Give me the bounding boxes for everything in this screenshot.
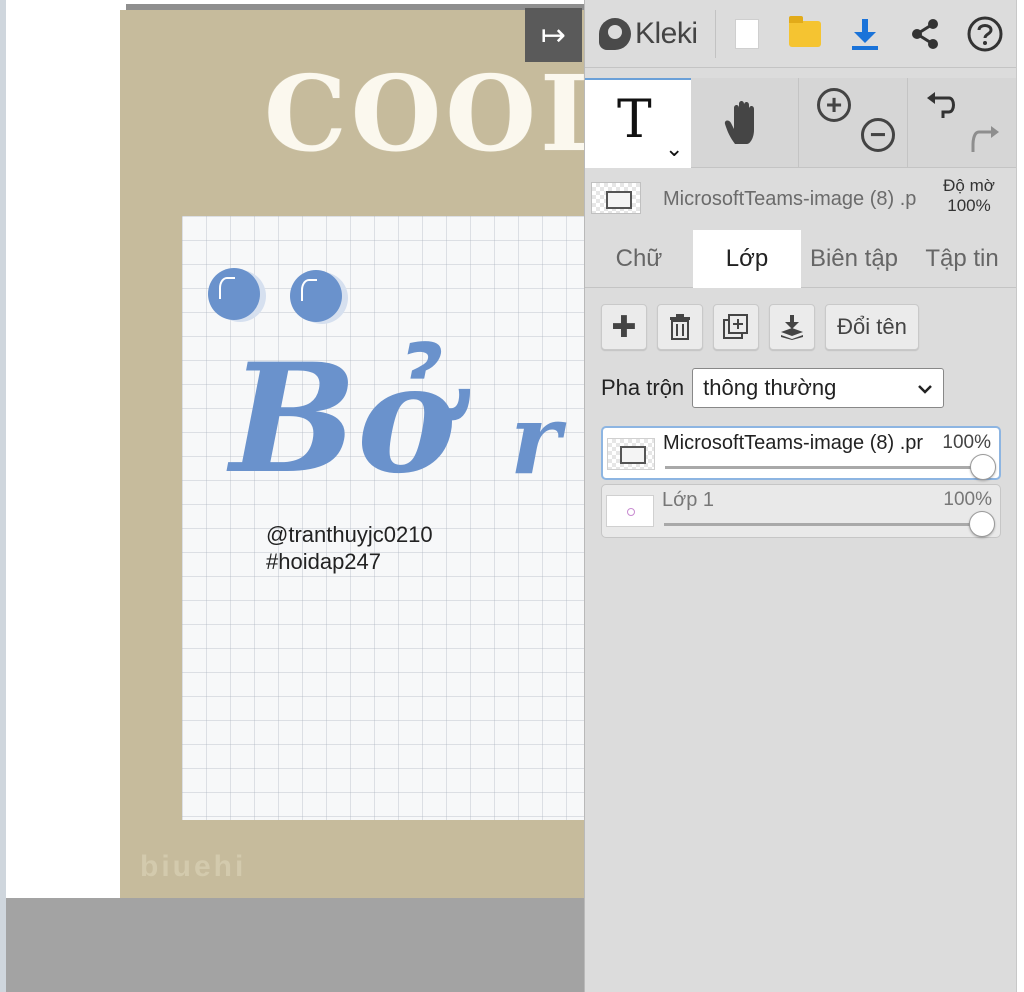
kleki-logo[interactable]: Kleki — [599, 14, 698, 54]
layer-opacity-slider-knob[interactable] — [970, 454, 996, 480]
duplicate-layer-button[interactable] — [713, 304, 759, 350]
rename-layer-button[interactable]: Đổi tên — [825, 304, 919, 350]
lettering-next-letter: r — [510, 383, 561, 496]
redo-glyph — [971, 126, 999, 152]
collapse-panel-button[interactable]: ↦ — [525, 8, 582, 62]
layer-thumbnail — [607, 438, 655, 470]
current-layer-name: MicrosoftTeams-image (8) .p — [663, 188, 917, 210]
app-name: Kleki — [635, 17, 698, 50]
tab-layer[interactable]: Lớp — [693, 230, 801, 288]
layer-list-item[interactable]: Lớp 1 100% — [601, 484, 1001, 538]
zoom-in-icon[interactable]: + — [817, 88, 851, 122]
new-file-icon[interactable] — [725, 12, 769, 56]
top-bar: Kleki — [585, 0, 1017, 68]
download-arrow-glyph — [852, 19, 878, 50]
current-layer-thumbnail — [591, 182, 641, 214]
blend-mode-label: Pha trộn — [601, 375, 685, 400]
blend-mode-select[interactable]: thông thường — [692, 368, 945, 408]
layer-opacity-slider-knob[interactable] — [969, 511, 995, 537]
layer-opacity-slider[interactable] — [664, 523, 982, 526]
open-file-icon[interactable] — [783, 12, 827, 56]
author-handle: @tranthuyjc0210 — [266, 522, 433, 547]
canvas-top-strip — [6, 0, 584, 10]
layer-opacity-slider[interactable] — [665, 466, 983, 469]
share-icon[interactable] — [903, 12, 947, 56]
zoom-out-icon[interactable]: − — [861, 118, 895, 152]
add-layer-button[interactable]: ✚ — [601, 304, 647, 350]
opacity-value: 100% — [947, 196, 991, 215]
merge-layer-button[interactable] — [769, 304, 815, 350]
lettering-main-word: Bở — [230, 331, 457, 507]
artwork-title-text: COOL — [264, 52, 584, 175]
tab-file[interactable]: Tập tin — [907, 230, 1017, 288]
trash-icon — [670, 314, 690, 340]
download-icon[interactable] — [843, 12, 887, 56]
layer-opacity-value: 100% — [942, 432, 991, 453]
panel-right-frame — [1016, 0, 1024, 992]
delete-layer-button[interactable] — [657, 304, 703, 350]
redo-icon[interactable] — [963, 120, 1003, 160]
layer-name: Lớp 1 — [662, 489, 715, 511]
blend-mode-selected: thông thường — [703, 375, 837, 400]
layer-name: MicrosoftTeams-image (8) .pr — [663, 432, 924, 454]
tab-text[interactable]: Chữ — [585, 230, 693, 288]
layer-thumbnail — [606, 495, 654, 527]
layer-opacity-value: 100% — [943, 489, 992, 510]
kleki-logo-icon — [599, 18, 631, 50]
chevron-down-icon[interactable]: ⌄ — [665, 136, 683, 162]
toolbar-divider — [907, 78, 908, 168]
text-tool-button[interactable]: T ⌄ — [585, 78, 691, 168]
author-hashtag: #hoidap247 — [266, 549, 382, 574]
help-icon[interactable] — [963, 12, 1007, 56]
lettering-dot-left — [208, 268, 260, 320]
opacity-readout: Độ mờ 100% — [929, 176, 1009, 216]
blend-mode-row: Pha trộn thông thường — [601, 368, 945, 408]
opacity-label: Độ mờ — [943, 176, 995, 195]
duplicate-icon — [723, 314, 748, 339]
canvas-left-border — [0, 0, 6, 992]
tab-edit[interactable]: Biên tập — [801, 230, 907, 288]
merge-down-icon — [781, 315, 803, 340]
share-glyph — [912, 19, 938, 49]
panel-tabs: Chữ Lớp Biên tập Tập tin — [585, 230, 1017, 288]
help-glyph — [967, 16, 1003, 52]
chevron-down-icon — [917, 378, 933, 399]
layer-list-item[interactable]: MicrosoftTeams-image (8) .pr 100% — [601, 426, 1001, 480]
canvas-bottom-area — [6, 898, 584, 992]
topbar-divider — [715, 10, 716, 58]
undo-glyph — [927, 92, 955, 118]
artwork-watermark: biuehi — [140, 850, 247, 883]
tool-bar: T ⌄ + − — [585, 78, 1017, 168]
right-sidebar: Kleki T ⌄ + − MicrosoftTeams-image (8) .… — [584, 0, 1024, 992]
hand-tool-button[interactable] — [691, 78, 799, 168]
current-layer-info: MicrosoftTeams-image (8) .p Độ mờ 100% — [585, 168, 1017, 230]
lettering-dot-right — [290, 270, 342, 322]
text-tool-icon: T — [617, 90, 652, 150]
undo-icon[interactable] — [923, 88, 963, 128]
drawing-canvas[interactable]: biuehi COOL Bở r @tranthuyjc0210 #hoidap… — [0, 0, 584, 992]
hand-icon — [724, 101, 754, 144]
